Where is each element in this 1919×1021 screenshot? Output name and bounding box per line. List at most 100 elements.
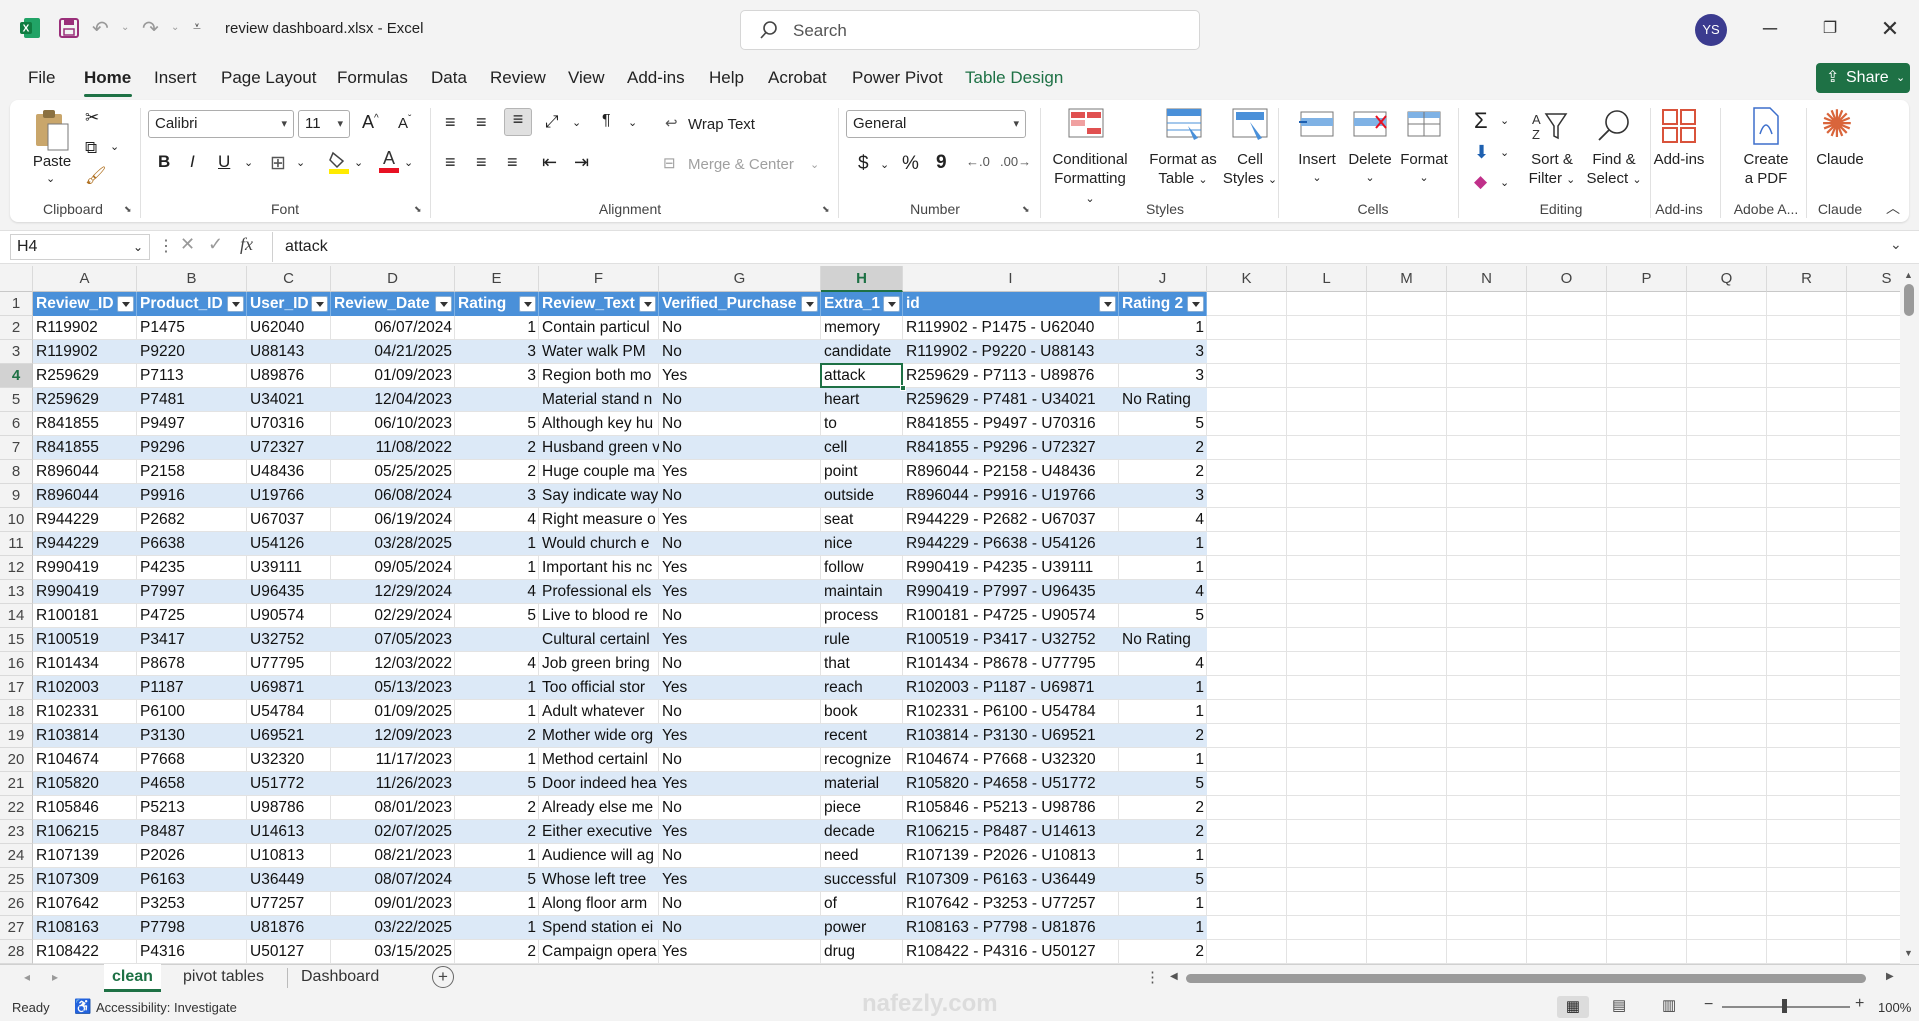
collapse-ribbon-icon[interactable]: ︿: [1886, 198, 1900, 218]
table-cell[interactable]: P7113: [137, 364, 247, 388]
column-header-g[interactable]: G: [659, 266, 821, 292]
table-cell[interactable]: follow: [821, 556, 903, 580]
clear-icon[interactable]: ◆: [1474, 172, 1487, 192]
table-cell[interactable]: U32752: [247, 628, 331, 652]
undo-icon[interactable]: ↶: [92, 16, 109, 41]
table-cell[interactable]: 06/19/2024: [331, 508, 455, 532]
tab-add-ins[interactable]: Add-ins: [627, 68, 685, 88]
table-cell[interactable]: P4235: [137, 556, 247, 580]
table-cell[interactable]: 1: [1119, 676, 1207, 700]
page-break-view-icon[interactable]: ▥: [1662, 996, 1676, 1014]
underline-icon[interactable]: U: [218, 152, 230, 172]
row-header[interactable]: 13: [0, 580, 33, 604]
tab-power-pivot[interactable]: Power Pivot: [852, 68, 943, 88]
align-left-icon[interactable]: ≡: [445, 152, 456, 173]
table-cell[interactable]: 3: [1119, 484, 1207, 508]
table-cell[interactable]: need: [821, 844, 903, 868]
table-cell[interactable]: 03/15/2025: [331, 940, 455, 964]
table-cell[interactable]: Huge couple ma: [539, 460, 659, 484]
save-icon[interactable]: [58, 17, 80, 39]
table-cell[interactable]: R103814 - P3130 - U69521: [903, 724, 1119, 748]
fill-handle[interactable]: [900, 385, 906, 391]
horizontal-scroll-thumb[interactable]: [1186, 974, 1866, 983]
table-cell[interactable]: No: [659, 748, 821, 772]
table-cell[interactable]: material: [821, 772, 903, 796]
scroll-left-icon[interactable]: ◀: [1170, 971, 1178, 982]
table-cell[interactable]: 5: [455, 412, 539, 436]
table-cell[interactable]: Too official stor: [539, 676, 659, 700]
table-cell[interactable]: Whose left tree: [539, 868, 659, 892]
table-cell[interactable]: 2: [455, 820, 539, 844]
table-cell[interactable]: R102003 - P1187 - U69871: [903, 676, 1119, 700]
paste-icon[interactable]: [32, 108, 72, 152]
add-ins-icon[interactable]: [1661, 108, 1697, 144]
row-header[interactable]: 7: [0, 436, 33, 460]
table-cell[interactable]: No: [659, 844, 821, 868]
table-cell[interactable]: 1: [1119, 916, 1207, 940]
table-cell[interactable]: R105820: [33, 772, 137, 796]
insert-cells-button[interactable]: Insert ⌄: [1287, 150, 1347, 188]
table-cell[interactable]: U50127: [247, 940, 331, 964]
row-header[interactable]: 3: [0, 340, 33, 364]
table-cell[interactable]: R100181: [33, 604, 137, 628]
table-cell[interactable]: No: [659, 436, 821, 460]
table-cell[interactable]: No: [659, 532, 821, 556]
table-cell[interactable]: R102331: [33, 700, 137, 724]
paste-dropdown-icon[interactable]: ⌄: [46, 172, 55, 185]
table-cell[interactable]: Yes: [659, 508, 821, 532]
add-sheet-icon[interactable]: +: [432, 966, 454, 988]
tab-file[interactable]: File: [28, 68, 55, 88]
table-header-cell[interactable]: Review_Date: [331, 292, 455, 316]
table-cell[interactable]: 3: [455, 340, 539, 364]
text-direction-dropdown-icon[interactable]: ⌄: [628, 116, 637, 129]
row-header[interactable]: 17: [0, 676, 33, 700]
accessibility-status[interactable]: Accessibility: Investigate: [96, 1000, 237, 1015]
text-direction-icon[interactable]: ¶: [602, 112, 611, 130]
table-cell[interactable]: Important his nc: [539, 556, 659, 580]
underline-dropdown-icon[interactable]: ⌄: [244, 156, 253, 169]
font-size-select[interactable]: 11 ▾: [298, 110, 350, 138]
table-header-cell[interactable]: Verified_Purchase: [659, 292, 821, 316]
filter-dropdown-icon[interactable]: [801, 296, 818, 312]
column-header-r[interactable]: R: [1767, 266, 1847, 292]
restore-icon[interactable]: ❐: [1810, 14, 1850, 44]
table-cell[interactable]: R107642: [33, 892, 137, 916]
undo-dropdown-icon[interactable]: ⌄: [121, 22, 129, 33]
table-cell[interactable]: P3417: [137, 628, 247, 652]
sheet-tab-clean[interactable]: clean: [104, 964, 161, 992]
table-cell[interactable]: R944229 - P6638 - U54126: [903, 532, 1119, 556]
table-cell[interactable]: U36449: [247, 868, 331, 892]
tab-acrobat[interactable]: Acrobat: [768, 68, 827, 88]
row-header[interactable]: 26: [0, 892, 33, 916]
table-cell[interactable]: R108163: [33, 916, 137, 940]
vertical-scroll-thumb[interactable]: [1904, 284, 1914, 316]
table-cell[interactable]: R841855: [33, 412, 137, 436]
table-cell[interactable]: R119902 - P1475 - U62040: [903, 316, 1119, 340]
table-cell[interactable]: U90574: [247, 604, 331, 628]
table-cell[interactable]: Right measure o: [539, 508, 659, 532]
zoom-out-icon[interactable]: −: [1704, 996, 1713, 1014]
redo-dropdown-icon[interactable]: ⌄: [171, 22, 179, 33]
vertical-scrollbar[interactable]: ▲ ▼: [1900, 266, 1919, 964]
align-right-icon[interactable]: ≡: [507, 152, 518, 173]
table-cell[interactable]: P2158: [137, 460, 247, 484]
claude-icon[interactable]: ✺: [1821, 106, 1853, 144]
table-cell[interactable]: 04/21/2025: [331, 340, 455, 364]
table-cell[interactable]: [455, 388, 539, 412]
table-cell[interactable]: 1: [455, 916, 539, 940]
table-cell[interactable]: P1475: [137, 316, 247, 340]
table-cell[interactable]: 2: [455, 724, 539, 748]
table-cell[interactable]: Would church e: [539, 532, 659, 556]
number-format-select[interactable]: General ▾: [846, 110, 1026, 138]
table-cell[interactable]: 2: [455, 436, 539, 460]
table-cell[interactable]: R101434: [33, 652, 137, 676]
table-cell[interactable]: Contain particul: [539, 316, 659, 340]
column-header-m[interactable]: M: [1367, 266, 1447, 292]
table-cell[interactable]: U77795: [247, 652, 331, 676]
autosum-dropdown-icon[interactable]: ⌄: [1500, 114, 1509, 127]
copy-icon[interactable]: ⧉: [85, 138, 97, 158]
table-cell[interactable]: Professional els: [539, 580, 659, 604]
table-cell[interactable]: P9497: [137, 412, 247, 436]
table-cell[interactable]: P1187: [137, 676, 247, 700]
table-cell[interactable]: 2: [1119, 940, 1207, 964]
